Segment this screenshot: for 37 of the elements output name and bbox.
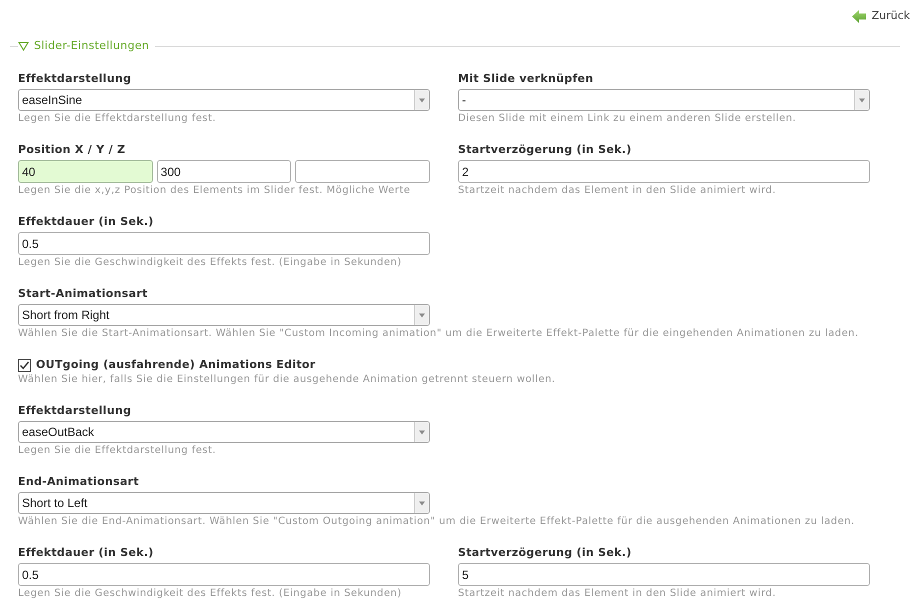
text-field[interactable]: 40 [18,160,153,183]
help-text: Wählen Sie die End-Animationsart. Wählen Sie "Custom Outgoing animation" um die Erweiterte Effekt-Palette für die ausgehenden Animationen zu laden. [18,516,855,528]
field-label: Effektdarstellung [18,72,132,86]
text-field[interactable]: 5 [458,563,870,586]
select-dropdown[interactable]: easeInSine [18,89,430,111]
text-field[interactable]: 0.5 [18,232,430,255]
help-text: Wählen Sie hier, falls Sie die Einstellungen für die ausgehende Animation getrennt steuern wollen. [18,374,556,386]
help-text: Diesen Slide mit einem Link zu einem anderen Slide erstellen. [458,113,796,125]
help-text: Legen Sie die Geschwindigkeit des Effekts fest. (Eingabe in Sekunden) [18,588,402,600]
field-label: Mit Slide verknüpfen [458,72,594,86]
select-dropdown[interactable]: Short to Left [18,492,430,514]
help-text: Legen Sie die Geschwindigkeit des Effekts fest. (Eingabe in Sekunden) [18,257,402,269]
field-label: End-Animationsart [18,475,139,489]
field-label: Startverzögerung (in Sek.) [458,546,632,560]
help-text: Legen Sie die Effektdarstellung fest. [18,445,216,457]
text-field[interactable]: 2 [458,160,870,183]
select-dropdown[interactable]: - [458,89,870,111]
help-text: Legen Sie die Effektdarstellung fest. [18,113,216,125]
field-label: Position X / Y / Z [18,143,126,157]
back-arrow-icon [852,10,866,22]
help-text: Legen Sie die x,y,z Position des Elements im Slider fest. Mögliche Werte [18,185,410,197]
select-dropdown[interactable]: easeOutBack [18,421,430,443]
select-dropdown[interactable]: Short from Right [18,304,430,326]
text-field[interactable]: 0.5 [18,563,430,586]
text-field[interactable] [295,160,430,183]
field-label: Effektdauer (in Sek.) [18,546,154,560]
field-label: Effektdauer (in Sek.) [18,215,154,229]
back-link[interactable]: Zurück [852,9,910,23]
field-label: Start-Animationsart [18,287,148,301]
help-text: Wählen Sie die Start-Animationsart. Wählen Sie "Custom Incoming animation" um die Erweiterte Effekt-Palette für die eingehenden Animationen zu laden. [18,328,859,340]
help-text: Startzeit nachdem das Element in den Slide animiert wird. [458,588,776,600]
checkbox[interactable] [18,358,31,372]
field-label: Effektdarstellung [18,404,132,418]
checkbox-label: OUTgoing (ausfahrende) Animations Editor [36,358,316,372]
text-field[interactable]: 300 [156,160,292,183]
field-label: Startverzögerung (in Sek.) [458,143,632,157]
help-text: Startzeit nachdem das Element in den Slide animiert wird. [458,185,776,197]
